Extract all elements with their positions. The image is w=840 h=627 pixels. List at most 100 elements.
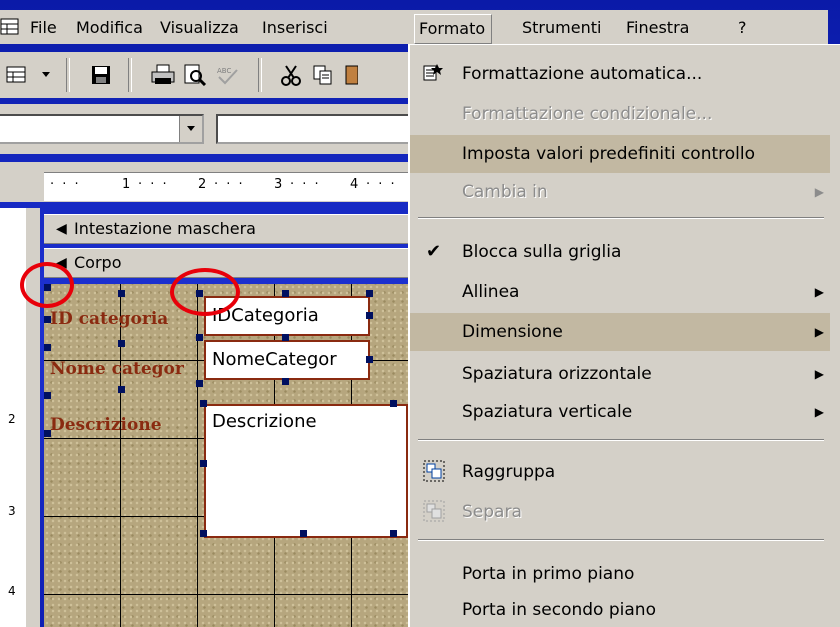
vruler-tick-3: 3 [8, 504, 16, 518]
selection-handle[interactable] [196, 334, 203, 341]
menu-item-dimensione[interactable]: Dimensione ▶ [410, 313, 830, 351]
view-dropdown-arrow-icon[interactable] [36, 60, 56, 90]
paste-icon[interactable] [340, 60, 360, 90]
menu-item-formattazione-automatica[interactable]: Formattazione automatica... [410, 55, 830, 93]
selection-handle[interactable] [44, 430, 51, 437]
section-arrow-icon: ◀ [56, 221, 67, 237]
horizontal-ruler: · · · 1 · · · 2 · · · 3 · · · 4 · · · [44, 172, 416, 201]
menu-item-imposta-valori-predefiniti[interactable]: Imposta valori predefiniti controllo [410, 135, 830, 173]
menu-item-label: Blocca sulla griglia [462, 242, 622, 262]
textbox-descrizione[interactable]: Descrizione [204, 404, 408, 538]
save-icon[interactable] [86, 60, 116, 90]
ruler-dots: · · · [290, 177, 321, 192]
selection-handle[interactable] [200, 460, 207, 467]
view-form-icon[interactable] [2, 60, 32, 90]
selection-handle[interactable] [390, 400, 397, 407]
field-label-descrizione[interactable]: Descrizione [50, 412, 190, 438]
menu-inserisci[interactable]: Inserisci [262, 17, 328, 39]
selection-handle[interactable] [44, 344, 51, 351]
selection-handle[interactable] [118, 340, 125, 347]
submenu-arrow-icon: ▶ [814, 185, 824, 199]
selection-handle[interactable] [118, 386, 125, 393]
selection-handle[interactable] [300, 530, 307, 537]
ruler-tick-2: 2 [198, 177, 207, 192]
chevron-down-icon[interactable] [179, 116, 202, 142]
selection-handle[interactable] [44, 392, 51, 399]
vertical-ruler: 2 3 4 [0, 208, 27, 627]
formatting-toolbar [0, 104, 416, 154]
menu-modifica[interactable]: Modifica [76, 17, 143, 39]
annotation-circle [170, 268, 240, 316]
menu-item-label: Dimensione [462, 322, 563, 342]
selection-handle[interactable] [366, 312, 373, 319]
selection-handle[interactable] [282, 290, 289, 297]
menu-item-label: Raggruppa [462, 462, 556, 482]
menu-item-label: Separa [462, 502, 522, 522]
font-combo[interactable] [216, 114, 416, 144]
menu-item-separa: Separa [410, 493, 830, 531]
print-preview-icon[interactable] [180, 60, 210, 90]
menu-strumenti[interactable]: Strumenti [522, 17, 601, 39]
menu-bar: File Modifica Visualizza Inserisci Forma… [0, 10, 828, 44]
ungroup-icon [422, 499, 446, 523]
section-header-label: Intestazione maschera [74, 219, 256, 238]
autoformat-icon [422, 61, 446, 85]
spelling-icon[interactable]: ABC [212, 60, 242, 90]
selection-handle[interactable] [366, 290, 373, 297]
submenu-arrow-icon: ▶ [814, 405, 824, 419]
copy-icon[interactable] [308, 60, 338, 90]
menu-item-raggruppa[interactable]: Raggruppa [410, 453, 830, 491]
cut-icon[interactable] [276, 60, 306, 90]
menu-item-porta-in-secondo-piano[interactable]: Porta in secondo piano [410, 591, 830, 627]
toolbar-separator [258, 58, 262, 92]
menu-item-cambia-in: Cambia in ▶ [410, 173, 830, 211]
section-body-label: Corpo [74, 253, 122, 272]
vruler-tick-4: 4 [8, 584, 16, 598]
selection-handle[interactable] [390, 530, 397, 537]
menu-item-porta-in-primo-piano[interactable]: Porta in primo piano [410, 555, 830, 593]
formato-dropdown-menu: Formattazione automatica... Formattazion… [408, 44, 840, 627]
section-header-bar[interactable]: ◀ Intestazione maschera [44, 214, 416, 244]
menu-separator [418, 439, 824, 441]
submenu-arrow-icon: ▶ [814, 285, 824, 299]
selection-handle[interactable] [200, 530, 207, 537]
menu-formato[interactable]: Formato [414, 14, 493, 44]
menu-finestra[interactable]: Finestra [626, 17, 689, 39]
object-combo[interactable] [0, 114, 204, 144]
selection-handle[interactable] [282, 378, 289, 385]
selection-handle[interactable] [366, 356, 373, 363]
menu-item-label: Spaziatura verticale [462, 402, 633, 422]
menu-help[interactable]: ? [738, 17, 747, 39]
menu-item-spaziatura-verticale[interactable]: Spaziatura verticale ▶ [410, 393, 830, 431]
field-label-nome-categoria[interactable]: Nome categor [50, 356, 200, 382]
selection-handle[interactable] [196, 380, 203, 387]
app-window: File Modifica Visualizza Inserisci Forma… [0, 0, 840, 627]
selection-handle[interactable] [44, 316, 51, 323]
menu-item-blocca-sulla-griglia[interactable]: ✔ Blocca sulla griglia [410, 233, 830, 271]
ruler-dots: · · · [366, 177, 397, 192]
checkmark-icon: ✔ [426, 241, 442, 262]
section-body-bar[interactable]: ◀ Corpo [44, 248, 416, 278]
menu-file[interactable]: File [30, 17, 57, 39]
textbox-nomecategoria[interactable]: NomeCategor [204, 340, 370, 380]
selection-handle[interactable] [200, 400, 207, 407]
menu-item-spaziatura-orizzontale[interactable]: Spaziatura orizzontale ▶ [410, 355, 830, 393]
selection-handle[interactable] [118, 290, 125, 297]
menu-item-allinea[interactable]: Allinea ▶ [410, 273, 830, 311]
vruler-tick-2: 2 [8, 412, 16, 426]
menu-item-label: Porta in primo piano [462, 564, 635, 584]
menu-item-label: Cambia in [462, 182, 548, 202]
ruler-dots: · · · [138, 177, 169, 192]
menu-item-label: Imposta valori predefiniti controllo [462, 144, 755, 164]
menu-item-label: Formattazione automatica... [462, 64, 703, 84]
toolbar-separator [128, 58, 132, 92]
selection-handle[interactable] [282, 334, 289, 341]
svg-text:ABC: ABC [217, 67, 231, 75]
menu-item-label: Formattazione condizionale... [462, 104, 713, 124]
field-label-id-categoria[interactable]: ID categoria [50, 306, 192, 332]
group-icon [422, 459, 446, 483]
print-icon[interactable] [148, 60, 178, 90]
menu-visualizza[interactable]: Visualizza [160, 17, 239, 39]
menu-separator [418, 217, 824, 219]
form-document-icon[interactable] [0, 18, 20, 36]
